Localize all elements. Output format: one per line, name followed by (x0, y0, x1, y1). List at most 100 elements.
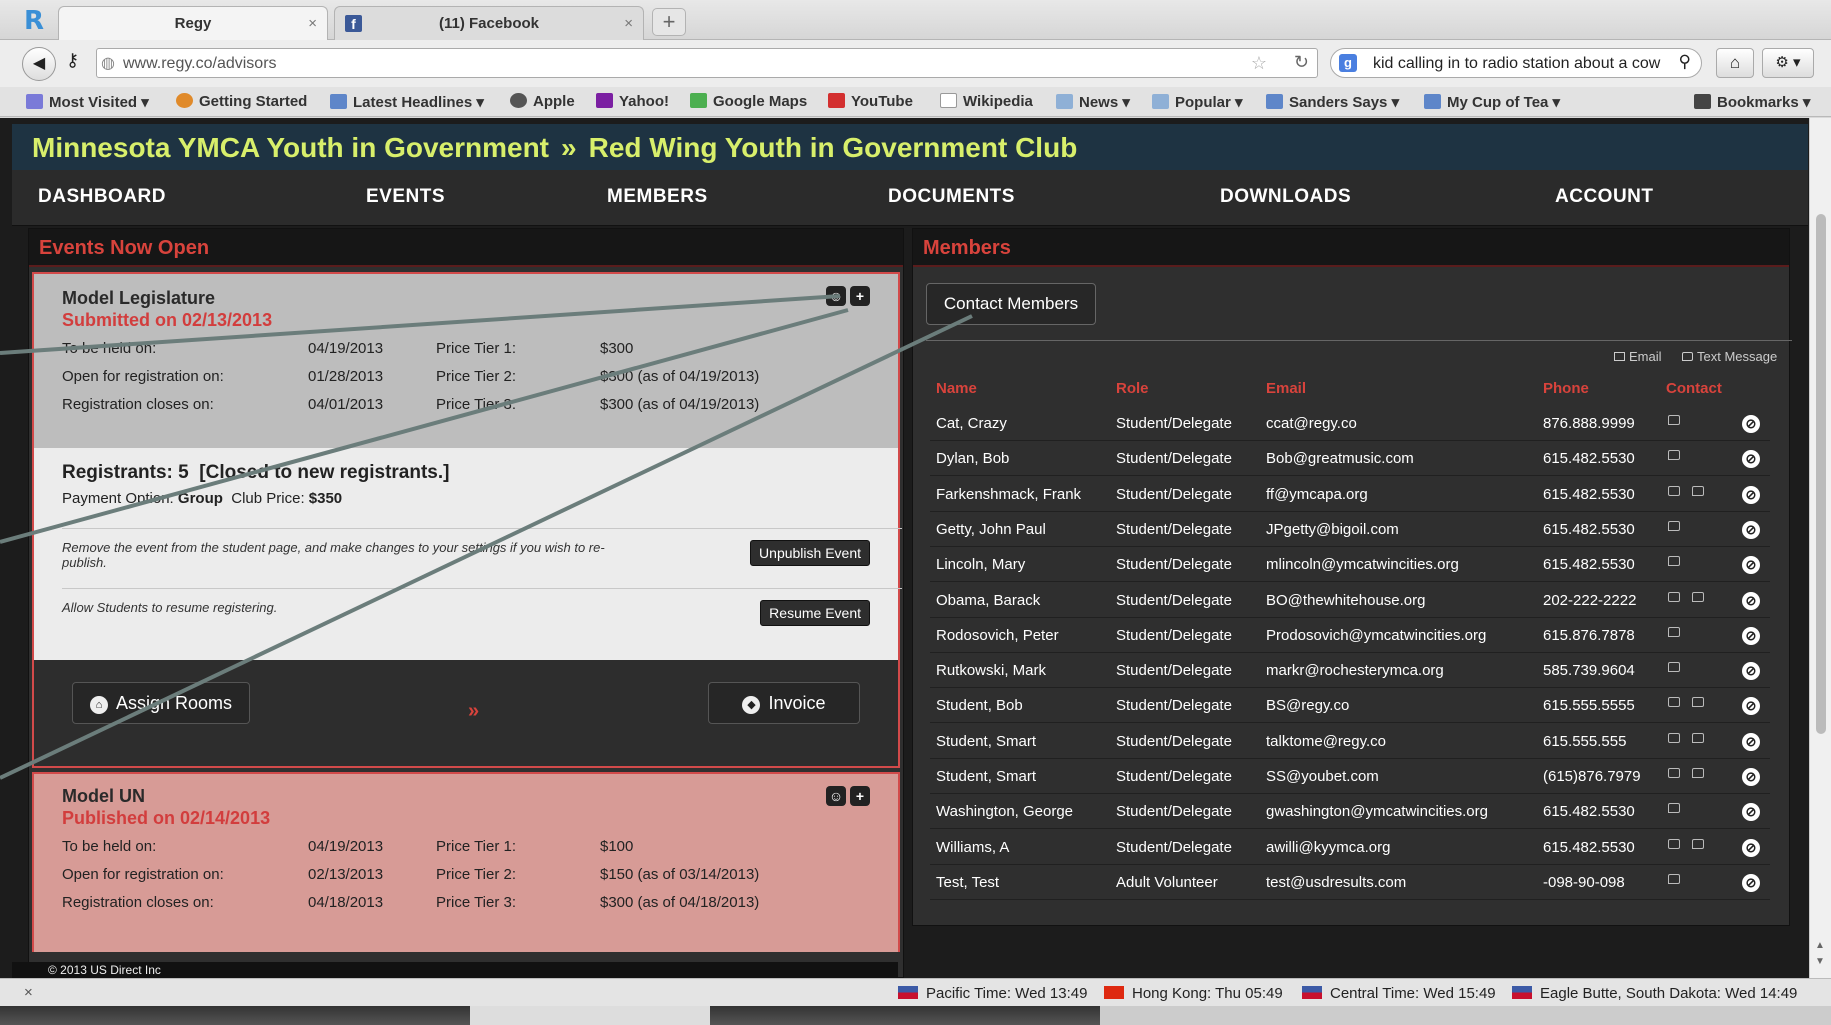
block-icon[interactable]: ⊘ (1742, 662, 1760, 681)
tab-facebook[interactable]: f (11) Facebook × (334, 6, 644, 40)
home-button[interactable]: ⌂ (1716, 48, 1754, 78)
member-email[interactable]: BO@thewhitehouse.org (1266, 592, 1426, 609)
block-icon[interactable]: ⊘ (1742, 768, 1760, 786)
member-email[interactable]: gwashington@ymcatwincities.org (1266, 803, 1488, 820)
back-button[interactable]: ◀ (22, 47, 56, 81)
bookmark-my-cup-of-tea[interactable]: My Cup of Tea ▾ (1424, 93, 1560, 111)
unpublish-event-button[interactable]: Unpublish Event (750, 540, 870, 566)
bookmark-getting-started[interactable]: Getting Started (176, 93, 307, 110)
message-icon[interactable] (1668, 520, 1680, 531)
tab-regy[interactable]: Regy × (58, 6, 328, 40)
bookmark-most-visited[interactable]: Most Visited ▾ (26, 93, 149, 111)
block-icon[interactable]: ⊘ (1742, 838, 1760, 857)
nav-documents[interactable]: DOCUMENTS (888, 186, 1015, 208)
scrollbar-thumb[interactable] (1816, 214, 1826, 734)
message-icon[interactable] (1668, 662, 1680, 673)
block-icon[interactable]: ⊘ (1742, 873, 1760, 892)
nav-events[interactable]: EVENTS (366, 186, 445, 208)
message-icon[interactable] (1668, 556, 1680, 567)
table-row[interactable]: Cat, Crazy Student/Delegate ccat@regy.co 87… (930, 406, 1770, 441)
close-icon[interactable]: × (308, 7, 317, 40)
nav-account[interactable]: ACCOUNT (1555, 186, 1654, 208)
star-icon[interactable]: ☆ (1251, 53, 1267, 74)
email-icon[interactable] (1668, 485, 1680, 496)
message-icon[interactable] (1668, 626, 1680, 637)
member-email[interactable]: awilli@kyymca.org (1266, 839, 1390, 856)
member-email[interactable]: ff@ymcapa.org (1266, 486, 1368, 503)
block-icon[interactable]: ⊘ (1742, 626, 1760, 645)
bookmark-wikipedia[interactable]: Wikipedia (940, 93, 1033, 110)
table-row[interactable]: Lincoln, Mary Student/Delegate mlincoln@ym… (930, 547, 1770, 583)
address-bar[interactable]: ◍ www.regy.co/advisors ☆ ↻ (96, 48, 1318, 78)
block-icon[interactable]: ⊘ (1742, 520, 1760, 539)
search-icon[interactable]: ⚲ (1679, 52, 1691, 72)
table-row[interactable]: Test, Test Adult Volunteer test@usdresults… (930, 865, 1770, 900)
message-icon[interactable] (1668, 450, 1680, 461)
bookmark-youtube[interactable]: YouTube (828, 93, 913, 110)
message-icon[interactable] (1692, 732, 1704, 743)
bookmark-yahoo[interactable]: Yahoo! (596, 93, 669, 110)
block-icon[interactable]: ⊘ (1742, 556, 1760, 575)
message-icon[interactable] (1668, 415, 1680, 425)
close-icon[interactable]: × (624, 7, 633, 40)
bookmark-latest-headlines[interactable]: Latest Headlines ▾ (330, 93, 484, 111)
nav-dashboard[interactable]: DASHBOARD (38, 186, 166, 208)
bookmark-sanders-says[interactable]: Sanders Says ▾ (1266, 93, 1399, 111)
message-icon[interactable] (1692, 485, 1704, 496)
table-row[interactable]: Rutkowski, Mark Student/Delegate markr@roc… (930, 653, 1770, 689)
message-icon[interactable] (1692, 591, 1704, 602)
column-header-name[interactable]: Name (936, 380, 977, 397)
table-row[interactable]: Student, Smart Student/Delegate talktome@r… (930, 724, 1770, 759)
email-icon[interactable] (1668, 838, 1680, 849)
reload-icon[interactable]: ↻ (1294, 52, 1309, 73)
message-icon[interactable] (1668, 803, 1680, 814)
message-icon[interactable] (1692, 838, 1704, 849)
column-header-role[interactable]: Role (1116, 380, 1149, 397)
email-icon[interactable] (1668, 697, 1680, 708)
block-icon[interactable]: ⊘ (1742, 485, 1760, 504)
email-icon[interactable] (1668, 732, 1680, 743)
table-row[interactable]: Farkenshmack, Frank Student/Delegate ff@ym… (930, 477, 1770, 512)
table-row[interactable]: Student, Bob Student/Delegate BS@regy.co 61… (930, 688, 1770, 724)
member-email[interactable]: Bob@greatmusic.com (1266, 450, 1414, 467)
member-email[interactable]: markr@rochesterymca.org (1266, 662, 1444, 679)
member-email[interactable]: JPgetty@bigoil.com (1266, 521, 1399, 538)
add-icon[interactable]: + (850, 786, 870, 806)
column-header-email[interactable]: Email (1266, 380, 1306, 397)
message-icon[interactable] (1692, 697, 1704, 708)
email-icon[interactable] (1668, 768, 1680, 778)
block-icon[interactable]: ⊘ (1742, 803, 1760, 822)
column-header-contact[interactable]: Contact (1666, 380, 1722, 397)
bookmark-news[interactable]: News ▾ (1056, 93, 1130, 111)
user-icon[interactable]: ☺ (826, 786, 846, 806)
bookmarks-menu[interactable]: Bookmarks ▾ (1694, 93, 1810, 111)
member-email[interactable]: ccat@regy.co (1266, 415, 1357, 432)
block-icon[interactable]: ⊘ (1742, 732, 1760, 751)
nav-members[interactable]: MEMBERS (607, 186, 708, 208)
search-input[interactable]: g kid calling in to radio station about … (1330, 48, 1702, 78)
member-email[interactable]: Prodosovich@ymcatwincities.org (1266, 627, 1486, 644)
member-email[interactable]: test@usdresults.com (1266, 874, 1406, 891)
invoice-button[interactable]: ◆ Invoice (708, 682, 860, 724)
member-email[interactable]: BS@regy.co (1266, 697, 1349, 714)
org-link[interactable]: Minnesota YMCA Youth in Government (32, 132, 549, 163)
add-icon[interactable]: + (850, 286, 870, 306)
table-row[interactable]: Rodosovich, Peter Student/Delegate Prodoso… (930, 618, 1770, 653)
user-icon[interactable]: ☺ (826, 286, 846, 306)
block-icon[interactable]: ⊘ (1742, 697, 1760, 716)
bookmark-popular[interactable]: Popular ▾ (1152, 93, 1243, 111)
google-icon[interactable]: g (1339, 54, 1357, 72)
assign-rooms-button[interactable]: ⌂ Assign Rooms (72, 682, 250, 724)
close-icon[interactable]: × (24, 984, 33, 1001)
table-row[interactable]: Student, Smart Student/Delegate SS@youbet.… (930, 759, 1770, 794)
resume-event-button[interactable]: Resume Event (760, 600, 870, 626)
email-icon[interactable] (1668, 591, 1680, 602)
bookmark-apple[interactable]: Apple (510, 93, 575, 110)
block-icon[interactable]: ⊘ (1742, 450, 1760, 469)
block-icon[interactable]: ⊘ (1742, 591, 1760, 610)
contact-members-button[interactable]: Contact Members (926, 283, 1096, 325)
member-email[interactable]: SS@youbet.com (1266, 768, 1379, 785)
bookmark-google-maps[interactable]: Google Maps (690, 93, 807, 110)
member-email[interactable]: mlincoln@ymcatwincities.org (1266, 556, 1459, 573)
table-row[interactable]: Williams, A Student/Delegate awilli@kyymca… (930, 830, 1770, 865)
